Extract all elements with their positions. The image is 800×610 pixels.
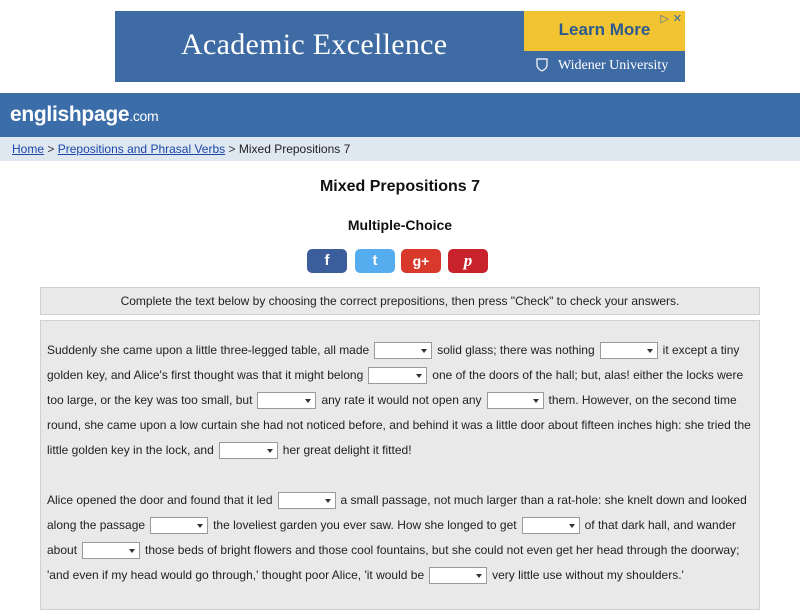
breadcrumb-section-link[interactable]: Prepositions and Phrasal Verbs xyxy=(58,142,225,156)
answer-dropdown[interactable] xyxy=(599,342,658,360)
chevron-down-icon xyxy=(476,574,483,579)
ad-university: Widener University xyxy=(524,55,685,79)
exercise-paragraph: Suddenly she came upon a little three-le… xyxy=(47,338,752,463)
site-header: englishpage.com xyxy=(0,93,800,137)
pinterest-share-button[interactable]: p xyxy=(448,249,488,273)
answer-dropdown[interactable] xyxy=(521,517,580,535)
exercise-text: any rate it would not open any xyxy=(321,393,482,407)
exercise-text: those beds of bright flowers and those c… xyxy=(145,543,740,557)
exercise-text: very little use without my shoulders.' xyxy=(492,568,684,582)
facebook-icon: f xyxy=(324,252,330,269)
chevron-down-icon xyxy=(129,549,136,554)
logo-suffix: .com xyxy=(129,108,159,124)
chevron-down-icon xyxy=(266,449,273,454)
exercise-text: 'and even if my head would go through,' … xyxy=(47,568,425,582)
answer-dropdown[interactable] xyxy=(150,517,209,535)
logo-main: englishpage xyxy=(10,103,130,126)
chevron-down-icon xyxy=(324,499,331,504)
breadcrumb-separator: > xyxy=(228,142,236,156)
googleplus-icon: g+ xyxy=(412,253,430,269)
answer-dropdown[interactable] xyxy=(368,367,428,385)
chevron-down-icon xyxy=(646,349,653,354)
answer-dropdown[interactable] xyxy=(374,342,433,360)
chevron-down-icon xyxy=(416,374,423,379)
chevron-down-icon xyxy=(305,399,312,404)
exercise-panel: Suddenly she came upon a little three-le… xyxy=(40,320,760,610)
exercise-paragraph: Alice opened the door and found that it … xyxy=(47,488,752,588)
googleplus-share-button[interactable]: g+ xyxy=(401,249,441,273)
site-logo[interactable]: englishpage.com xyxy=(10,103,159,127)
page-title: Mixed Prepositions 7 xyxy=(319,178,481,195)
exercise-text: Suddenly she came upon a little three-le… xyxy=(47,343,370,357)
chevron-down-icon xyxy=(532,399,539,404)
answer-dropdown[interactable] xyxy=(218,442,278,460)
shield-icon xyxy=(536,58,548,72)
ad-info-icon[interactable]: ▷ xyxy=(661,12,669,25)
twitter-share-button[interactable]: t xyxy=(355,249,395,273)
breadcrumb-current: Mixed Prepositions 7 xyxy=(238,142,351,156)
facebook-share-button[interactable]: f xyxy=(307,249,347,273)
answer-dropdown[interactable] xyxy=(429,567,488,585)
exercise-text: Alice opened the door and found that it … xyxy=(47,493,273,507)
answer-dropdown[interactable] xyxy=(82,542,141,560)
ad-banner[interactable]: Academic Excellence Learn More ▷ ✕ Widen… xyxy=(115,11,685,82)
exercise-text: her great delight it fitted! xyxy=(282,443,412,457)
chevron-down-icon xyxy=(197,524,204,529)
page-subtitle: Multiple-Choice xyxy=(347,217,453,233)
breadcrumb: Home > Prepositions and Phrasal Verbs > … xyxy=(0,137,800,161)
chevron-down-icon xyxy=(568,524,575,529)
chevron-down-icon xyxy=(421,349,428,354)
breadcrumb-separator: > xyxy=(47,142,55,156)
exercise-text: solid glass; there was nothing xyxy=(437,343,595,357)
answer-dropdown[interactable] xyxy=(277,492,336,510)
twitter-icon: t xyxy=(372,252,378,269)
pinterest-icon: p xyxy=(463,251,473,270)
answer-dropdown[interactable] xyxy=(257,392,317,410)
ad-university-name: Widener University xyxy=(558,58,669,73)
instructions: Complete the text below by choosing the … xyxy=(40,287,760,315)
breadcrumb-home-link[interactable]: Home xyxy=(12,142,44,156)
ad-headline: Academic Excellence xyxy=(181,28,448,61)
close-icon[interactable]: ✕ xyxy=(673,12,682,25)
exercise-text: the loveliest garden you ever saw. How s… xyxy=(213,518,517,532)
answer-dropdown[interactable] xyxy=(486,392,544,410)
